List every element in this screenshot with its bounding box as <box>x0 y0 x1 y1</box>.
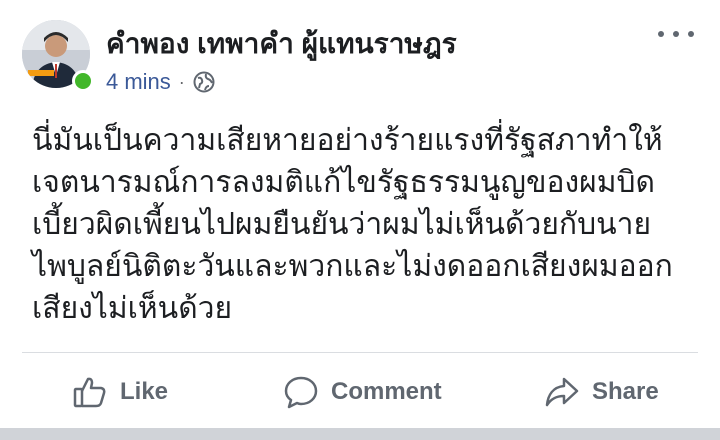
online-status-dot <box>72 70 94 92</box>
facebook-post: คำพอง เทพาคำ ผู้แทนราษฎร 4 mins · นี่มัน… <box>0 0 720 440</box>
action-divider <box>22 352 698 353</box>
more-options-icon[interactable] <box>658 22 694 46</box>
post-text-line: เจตนารมณ์การลงมติแก้ไขรัฐธรรมนูญของผมบิด <box>32 165 655 200</box>
feed-separator <box>0 428 720 440</box>
post-text-line: เบี้ยวผิดเพี้ยนไปผมยืนยันว่าผมไม่เห็นด้ว… <box>32 207 652 242</box>
thumbs-up-icon <box>73 377 106 408</box>
share-button[interactable]: Share <box>544 360 659 424</box>
post-text-line: เสียงไม่เห็นด้วย <box>32 291 233 326</box>
comment-label: Comment <box>331 378 442 405</box>
share-arrow-icon <box>545 377 579 407</box>
author-avatar-wrap[interactable] <box>22 20 94 92</box>
post-text-line: นี่มันเป็นความเสียหายอย่างร้ายแรงที่รัฐส… <box>32 123 663 158</box>
post-timestamp[interactable]: 4 mins <box>106 69 171 95</box>
like-label: Like <box>120 378 169 405</box>
share-label: Share <box>592 378 659 405</box>
globe-icon[interactable] <box>193 71 215 93</box>
meta-separator: · <box>178 71 185 92</box>
like-button[interactable]: Like <box>72 360 168 424</box>
comment-button[interactable]: Comment <box>283 360 442 424</box>
post-text: นี่มันเป็นความเสียหายอย่างร้ายแรงที่รัฐส… <box>32 120 702 330</box>
author-name[interactable]: คำพอง เทพาคำ ผู้แทนราษฎร <box>106 22 457 66</box>
post-meta: 4 mins · <box>106 68 215 96</box>
comment-bubble-icon <box>284 376 318 409</box>
post-text-line: ไพบูลย์นิติตะวันและพวกและไม่งดออกเสียงผม… <box>32 249 673 284</box>
post-actions: Like Comment Share <box>0 360 720 424</box>
